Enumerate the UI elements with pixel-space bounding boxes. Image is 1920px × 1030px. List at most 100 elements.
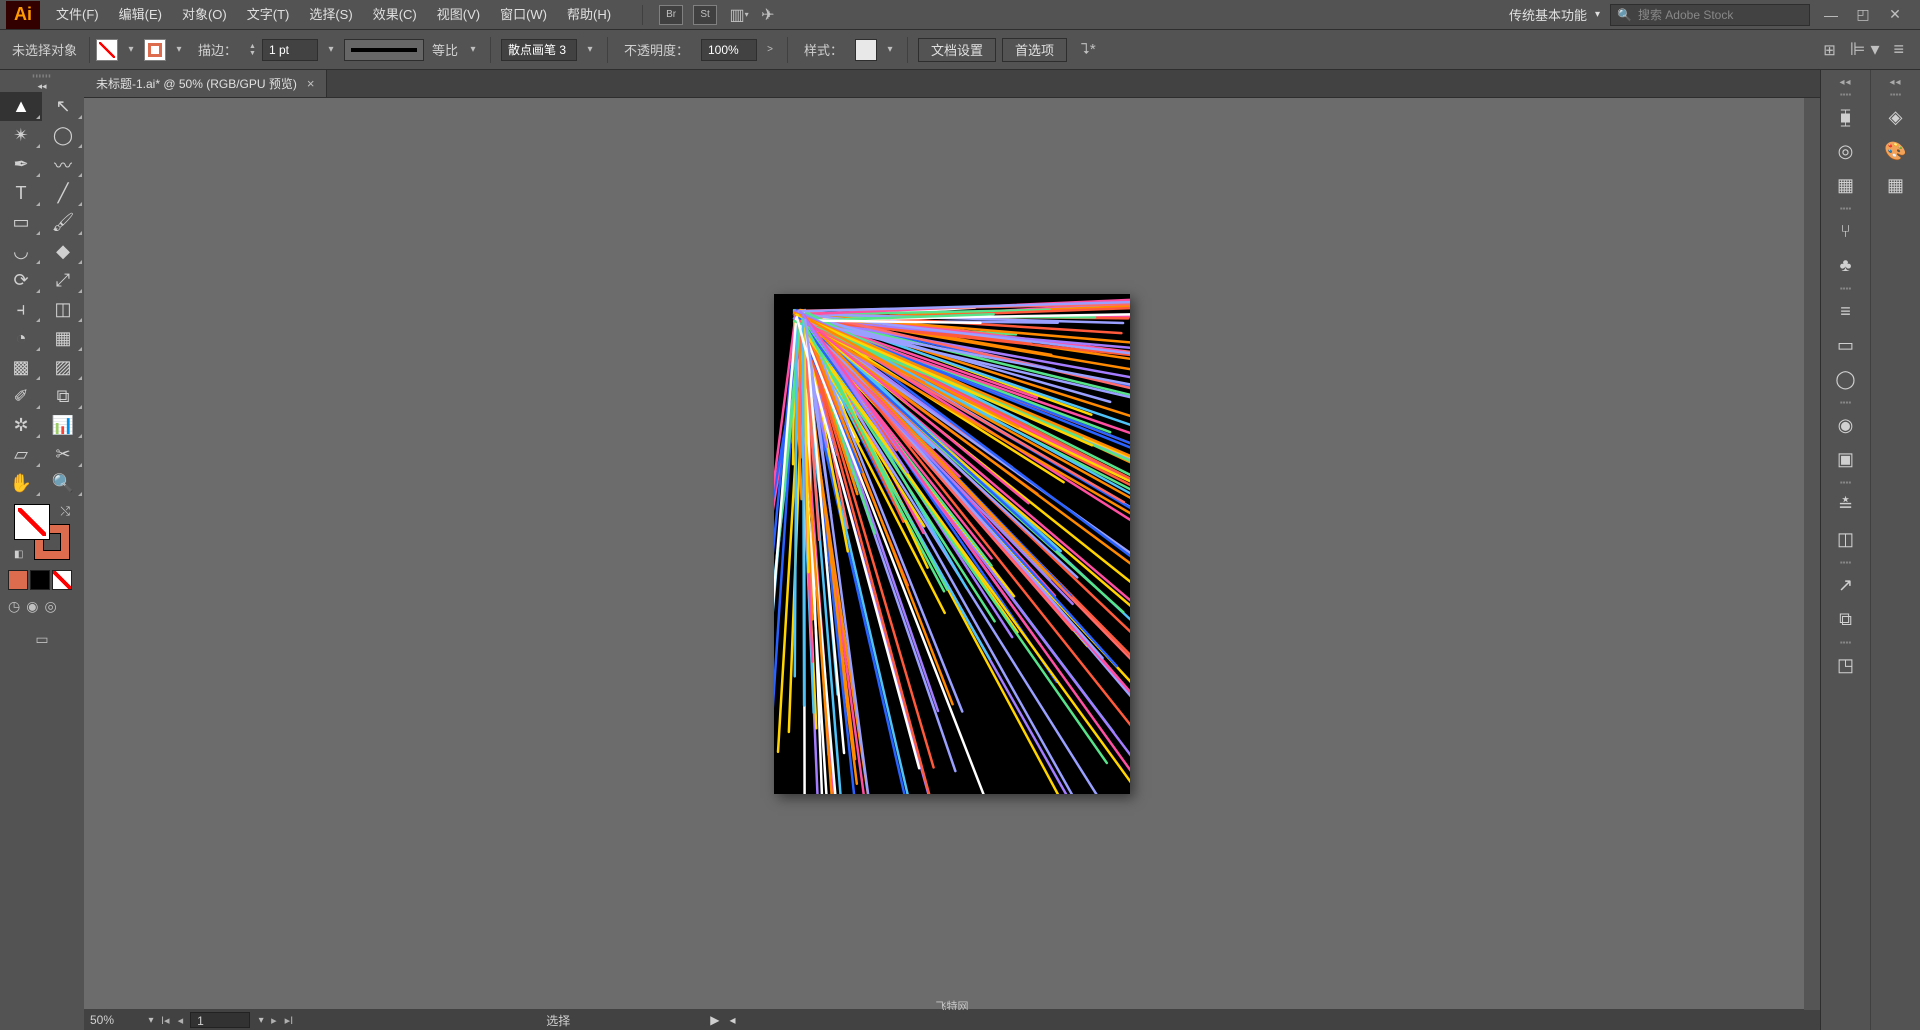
stroke-dropdown[interactable]: ▾ [172, 39, 186, 61]
perspective-grid-tool[interactable]: ▦ [42, 324, 84, 353]
brush-dropdown[interactable]: ▾ [583, 39, 597, 61]
direct-selection-tool[interactable]: ↖ [42, 92, 84, 121]
preferences-button[interactable]: 首选项 [1002, 38, 1067, 62]
profile-dropdown[interactable]: ▾ [466, 39, 480, 61]
gradient-icon[interactable]: ▭ [1828, 328, 1864, 362]
toolbox-collapse[interactable]: ◂◂ [0, 80, 84, 92]
maximize-button[interactable]: ◰ [1852, 4, 1874, 26]
curvature-tool[interactable]: 〰 [42, 150, 84, 179]
hand-tool[interactable]: ✋ [0, 469, 42, 498]
mesh-tool[interactable]: ▩ [0, 353, 42, 382]
align-icon[interactable]: ≛ [1828, 488, 1864, 522]
zoom-field[interactable]: 50% [84, 1013, 144, 1027]
menu-type[interactable]: 文字(T) [237, 0, 300, 30]
magic-wand-tool[interactable]: ✴ [0, 121, 42, 150]
workspace-switcher[interactable]: 传统基本功能 ▾ [1509, 5, 1600, 24]
swatches-icon[interactable]: 🎨 [1878, 134, 1914, 168]
opacity-field[interactable]: 100% [701, 39, 757, 61]
selection-tool[interactable]: ▲ [0, 92, 42, 121]
style-dropdown[interactable]: ▾ [883, 39, 897, 61]
brushes-icon[interactable]: ⑂ [1828, 214, 1864, 248]
zoom-dropdown[interactable]: ▾ [144, 1009, 158, 1030]
transform-icon[interactable]: ↗ [1828, 568, 1864, 602]
prev-artboard-icon[interactable]: ◂ [175, 1014, 187, 1027]
color-swatch-1[interactable] [8, 570, 28, 590]
variable-width-profile[interactable] [344, 39, 424, 61]
color-guide-icon[interactable]: ▦ [1828, 168, 1864, 202]
status-play-icon[interactable]: ▶ ◂ [710, 1013, 735, 1027]
stroke-weight-dropdown[interactable]: ▾ [324, 39, 338, 61]
scale-tool[interactable]: ⤢ [42, 266, 84, 295]
panel-expand-2[interactable]: ◂◂ [1871, 76, 1920, 88]
type-tool[interactable]: T [0, 179, 42, 208]
stroke-icon[interactable]: ≡ [1828, 294, 1864, 328]
toolbox-grip[interactable]: ▮▮▮▮▮▮ [0, 70, 84, 80]
artboards-icon[interactable]: ▦ [1878, 168, 1914, 202]
stroke-stepper[interactable]: ▲▼ [249, 43, 256, 57]
symbol-sprayer-tool[interactable]: ✲ [0, 411, 42, 440]
document-tab[interactable]: 未标题-1.ai* @ 50% (RGB/GPU 预览) × [84, 70, 327, 97]
line-segment-tool[interactable]: ╱ [42, 179, 84, 208]
layers-icon[interactable]: ◈ [1878, 100, 1914, 134]
cc-libraries-icon[interactable]: ◎ [1828, 134, 1864, 168]
symbols-icon[interactable]: ♣ [1828, 248, 1864, 282]
change-screen-mode-icon[interactable]: ▭ [35, 631, 48, 648]
fill-dropdown[interactable]: ▾ [124, 39, 138, 61]
swap-fill-stroke-icon[interactable]: ⤭ [60, 504, 70, 519]
blend-tool[interactable]: ⧉ [42, 382, 84, 411]
menu-window[interactable]: 窗口(W) [490, 0, 557, 30]
artboard-dropdown[interactable]: ▾ [254, 1009, 268, 1030]
gpu-rocket-icon[interactable]: ✈ [761, 5, 774, 25]
shape-builder-tool[interactable]: ◔ [0, 324, 42, 353]
tab-close-button[interactable]: × [307, 76, 315, 91]
color-swatch-none[interactable] [52, 570, 72, 590]
free-transform-tool[interactable]: ◫ [42, 295, 84, 324]
panel-menu-icon[interactable]: ≡ [1893, 39, 1904, 60]
paintbrush-tool[interactable]: 🖌 [42, 208, 84, 237]
default-fill-stroke-icon[interactable]: ◧ [14, 549, 23, 560]
actions-icon[interactable]: ⧉ [1828, 602, 1864, 636]
menu-edit[interactable]: 编辑(E) [109, 0, 172, 30]
graphic-style-swatch[interactable] [855, 39, 877, 61]
artboard-tool[interactable]: ▱ [0, 440, 42, 469]
eyedropper-tool[interactable]: ✐ [0, 382, 42, 411]
appearance-icon[interactable]: ◉ [1828, 408, 1864, 442]
document-setup-button[interactable]: 文档设置 [918, 38, 996, 62]
draw-mode-icon[interactable]: ◉ [26, 598, 38, 615]
lasso-tool[interactable]: ◯ [42, 121, 84, 150]
next-artboard-icon[interactable]: ▸ [268, 1014, 280, 1027]
shaper-tool[interactable]: ◡ [0, 237, 42, 266]
panel-expand-1[interactable]: ◂◂ [1821, 76, 1870, 88]
gradient-tool[interactable]: ▨ [42, 353, 84, 382]
brush-definition-field[interactable]: 散点画笔 3 [501, 39, 577, 61]
menu-file[interactable]: 文件(F) [46, 0, 109, 30]
properties-icon[interactable]: ⧯ [1828, 100, 1864, 134]
isolate-icon[interactable]: ⊫ ▾ [1850, 39, 1880, 60]
column-graph-tool[interactable]: 📊 [42, 411, 84, 440]
fill-box[interactable] [14, 504, 50, 540]
width-tool[interactable]: ⫞ [0, 295, 42, 324]
stock-icon[interactable]: St [693, 5, 717, 25]
links-icon[interactable]: ◳ [1828, 648, 1864, 682]
draw-behind-icon[interactable]: ◎ [44, 598, 56, 615]
stroke-weight-field[interactable]: 1 pt [262, 39, 318, 61]
last-artboard-icon[interactable]: ▸I [282, 1014, 297, 1027]
graphic-styles-icon[interactable]: ▣ [1828, 442, 1864, 476]
menu-help[interactable]: 帮助(H) [557, 0, 621, 30]
menu-object[interactable]: 对象(O) [172, 0, 237, 30]
bridge-icon[interactable]: Br [659, 5, 683, 25]
opacity-dropdown[interactable]: > [763, 39, 777, 61]
transparency-icon[interactable]: ◯ [1828, 362, 1864, 396]
stroke-swatch[interactable] [144, 39, 166, 61]
menu-effect[interactable]: 效果(C) [363, 0, 427, 30]
minimize-button[interactable]: — [1820, 4, 1842, 26]
rotate-tool[interactable]: ⟳ [0, 266, 42, 295]
align-options-icon[interactable]: ⮧* [1073, 41, 1104, 58]
pathfinder-icon[interactable]: ◫ [1828, 522, 1864, 556]
artboard-nav[interactable]: I◂ ◂ [158, 1014, 186, 1027]
transform-proxy-icon[interactable]: ⊞ [1823, 41, 1836, 59]
close-button[interactable]: ✕ [1884, 4, 1906, 26]
menu-view[interactable]: 视图(V) [427, 0, 490, 30]
fill-stroke-proxy[interactable]: ⤭ ◧ [14, 504, 70, 560]
fill-swatch[interactable] [96, 39, 118, 61]
